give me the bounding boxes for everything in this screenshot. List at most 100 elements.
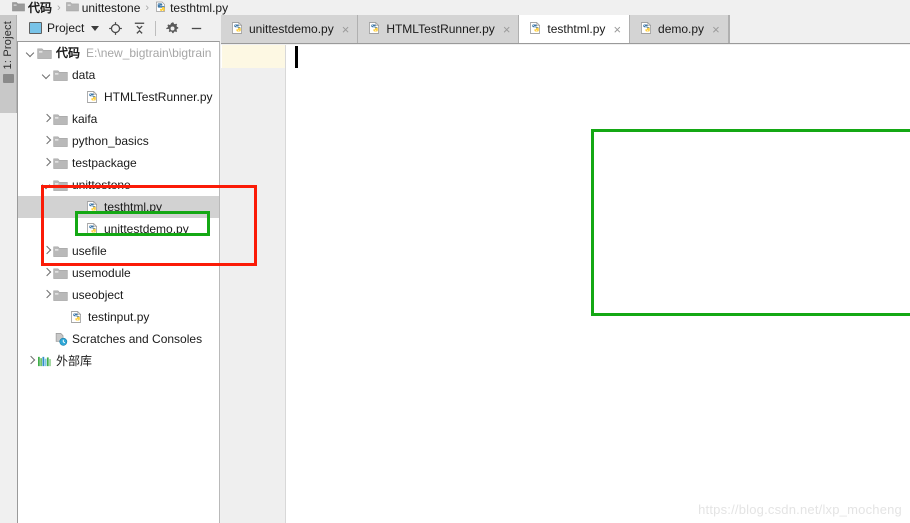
tree-row[interactable]: Scratches and Consoles <box>18 328 219 350</box>
tree-row[interactable]: usemodule <box>18 262 219 284</box>
close-icon[interactable]: × <box>712 23 720 36</box>
breadcrumb-separator-1: › <box>145 1 150 14</box>
project-tool-window: Project 代码 E:\new_bigtrain\bigtrain data… <box>17 15 257 523</box>
tree-row-label: testhtml.py <box>104 200 163 214</box>
gear-icon[interactable] <box>160 16 184 40</box>
tree-row[interactable]: useobject <box>18 284 219 306</box>
scratches-icon <box>52 331 68 347</box>
tree-row-label: unittestdemo.py <box>104 222 189 236</box>
watermark: https://blog.csdn.net/lxp_mocheng <box>698 502 902 517</box>
editor-area: unittestdemo.py × HTMLTestRunner.py × testht… <box>221 15 910 523</box>
folder-icon <box>52 243 68 259</box>
editor-tab-label: demo.py <box>658 22 705 36</box>
folder-icon <box>52 177 68 193</box>
breadcrumb-separator-0: › <box>57 1 61 14</box>
folder-icon <box>52 287 68 303</box>
editor-tab[interactable]: demo.py × <box>630 15 729 43</box>
close-icon[interactable]: × <box>503 23 511 36</box>
chevron-right-icon[interactable] <box>41 114 52 125</box>
tree-row[interactable]: testhtml.py <box>18 196 219 218</box>
python-file-icon <box>84 89 100 105</box>
chevron-right-icon[interactable] <box>25 356 36 367</box>
editor-tab-label: unittestdemo.py <box>249 22 334 36</box>
folder-icon <box>2 74 14 84</box>
editor-tab-bar: unittestdemo.py × HTMLTestRunner.py × testht… <box>221 15 910 44</box>
tree-row-label: testinput.py <box>88 310 150 324</box>
project-tree[interactable]: 代码 E:\new_bigtrain\bigtraindata HTMLTestRu… <box>17 41 220 523</box>
chevron-down-icon[interactable] <box>41 70 52 81</box>
tree-row-label: data <box>72 68 96 82</box>
tree-row[interactable]: testinput.py <box>18 306 219 328</box>
tree-row[interactable]: 代码 E:\new_bigtrain\bigtrain <box>18 42 219 64</box>
editor-tab[interactable]: unittestdemo.py × <box>221 15 359 43</box>
tree-row[interactable]: unittestone <box>18 174 219 196</box>
chevron-down-icon[interactable] <box>25 48 36 59</box>
tree-row[interactable]: unittestdemo.py <box>18 218 219 240</box>
folder-icon <box>52 155 68 171</box>
chevron-down-icon <box>91 25 100 31</box>
breadcrumb-item-label-1: unittestone <box>81 0 141 15</box>
tree-row-label: kaifa <box>72 112 98 126</box>
tree-row[interactable]: HTMLTestRunner.py <box>18 86 219 108</box>
tree-row-label: HTMLTestRunner.py <box>104 90 213 104</box>
python-file-icon <box>230 21 244 38</box>
tree-row-label: 代码 <box>56 46 81 60</box>
toolbar-divider <box>155 20 157 36</box>
folder-icon <box>12 1 25 15</box>
breadcrumb-item-1[interactable]: unittestone <box>65 0 141 15</box>
close-icon[interactable]: × <box>613 23 621 36</box>
project-toolbar: Project <box>17 15 220 41</box>
editor-tab-label: testhtml.py <box>547 22 606 36</box>
editor-tab[interactable]: HTMLTestRunner.py × <box>358 15 520 43</box>
pycharm-window: 代码 › unittestone › testhtml.py 1: Projec… <box>0 0 910 523</box>
folder-icon <box>36 45 52 61</box>
tree-root-path: E:\new_bigtrain\bigtrain <box>86 46 212 60</box>
python-file-icon <box>639 21 653 38</box>
collapse-all-icon[interactable] <box>127 16 151 40</box>
tree-row-label: usefile <box>72 244 107 258</box>
chevron-down-icon[interactable] <box>41 180 52 191</box>
chevron-right-icon[interactable] <box>41 158 52 169</box>
locate-icon[interactable] <box>103 16 127 40</box>
tool-tab-project[interactable]: 1: Project <box>0 15 17 113</box>
chevron-right-icon[interactable] <box>41 290 52 301</box>
tool-tab-project-label: 1: Project <box>2 21 14 70</box>
editor-tab-bar-empty <box>728 15 910 43</box>
tree-row[interactable]: usefile <box>18 240 219 262</box>
chevron-right-icon[interactable] <box>41 246 52 257</box>
tree-row[interactable]: 外部库 <box>18 350 219 372</box>
project-view-label: Project <box>47 21 85 35</box>
breadcrumb: 代码 › unittestone › testhtml.py <box>0 0 910 15</box>
tree-row-label: testpackage <box>72 156 137 170</box>
project-view-dropdown[interactable]: Project <box>25 16 103 40</box>
editor-pane[interactable] <box>221 45 910 523</box>
python-file-icon <box>367 21 381 38</box>
folder-icon <box>52 111 68 127</box>
breadcrumb-item-2[interactable]: testhtml.py <box>154 0 228 16</box>
editor-current-line-gutter <box>222 45 285 68</box>
tree-row-label: usemodule <box>72 266 131 280</box>
tree-row[interactable]: testpackage <box>18 152 219 174</box>
project-view-icon <box>29 22 42 34</box>
chevron-right-icon[interactable] <box>41 136 52 147</box>
breadcrumb-item-label-0: 代码 <box>28 0 53 15</box>
folder-icon <box>52 133 68 149</box>
editor-tab[interactable]: testhtml.py × <box>519 15 631 43</box>
folder-icon <box>65 1 79 15</box>
chevron-right-icon[interactable] <box>41 268 52 279</box>
green-annotation-box-editor <box>591 129 910 316</box>
breadcrumb-item-0[interactable]: 代码 <box>12 1 52 15</box>
python-file-icon <box>84 221 100 237</box>
tree-row-label: python_basics <box>72 134 149 148</box>
tree-row[interactable]: kaifa <box>18 108 219 130</box>
minimize-icon[interactable] <box>184 16 208 40</box>
python-file-icon <box>154 0 167 16</box>
tree-row[interactable]: data <box>18 64 219 86</box>
tree-row-label: 外部库 <box>56 354 93 368</box>
close-icon[interactable]: × <box>342 23 350 36</box>
tree-row[interactable]: python_basics <box>18 130 219 152</box>
